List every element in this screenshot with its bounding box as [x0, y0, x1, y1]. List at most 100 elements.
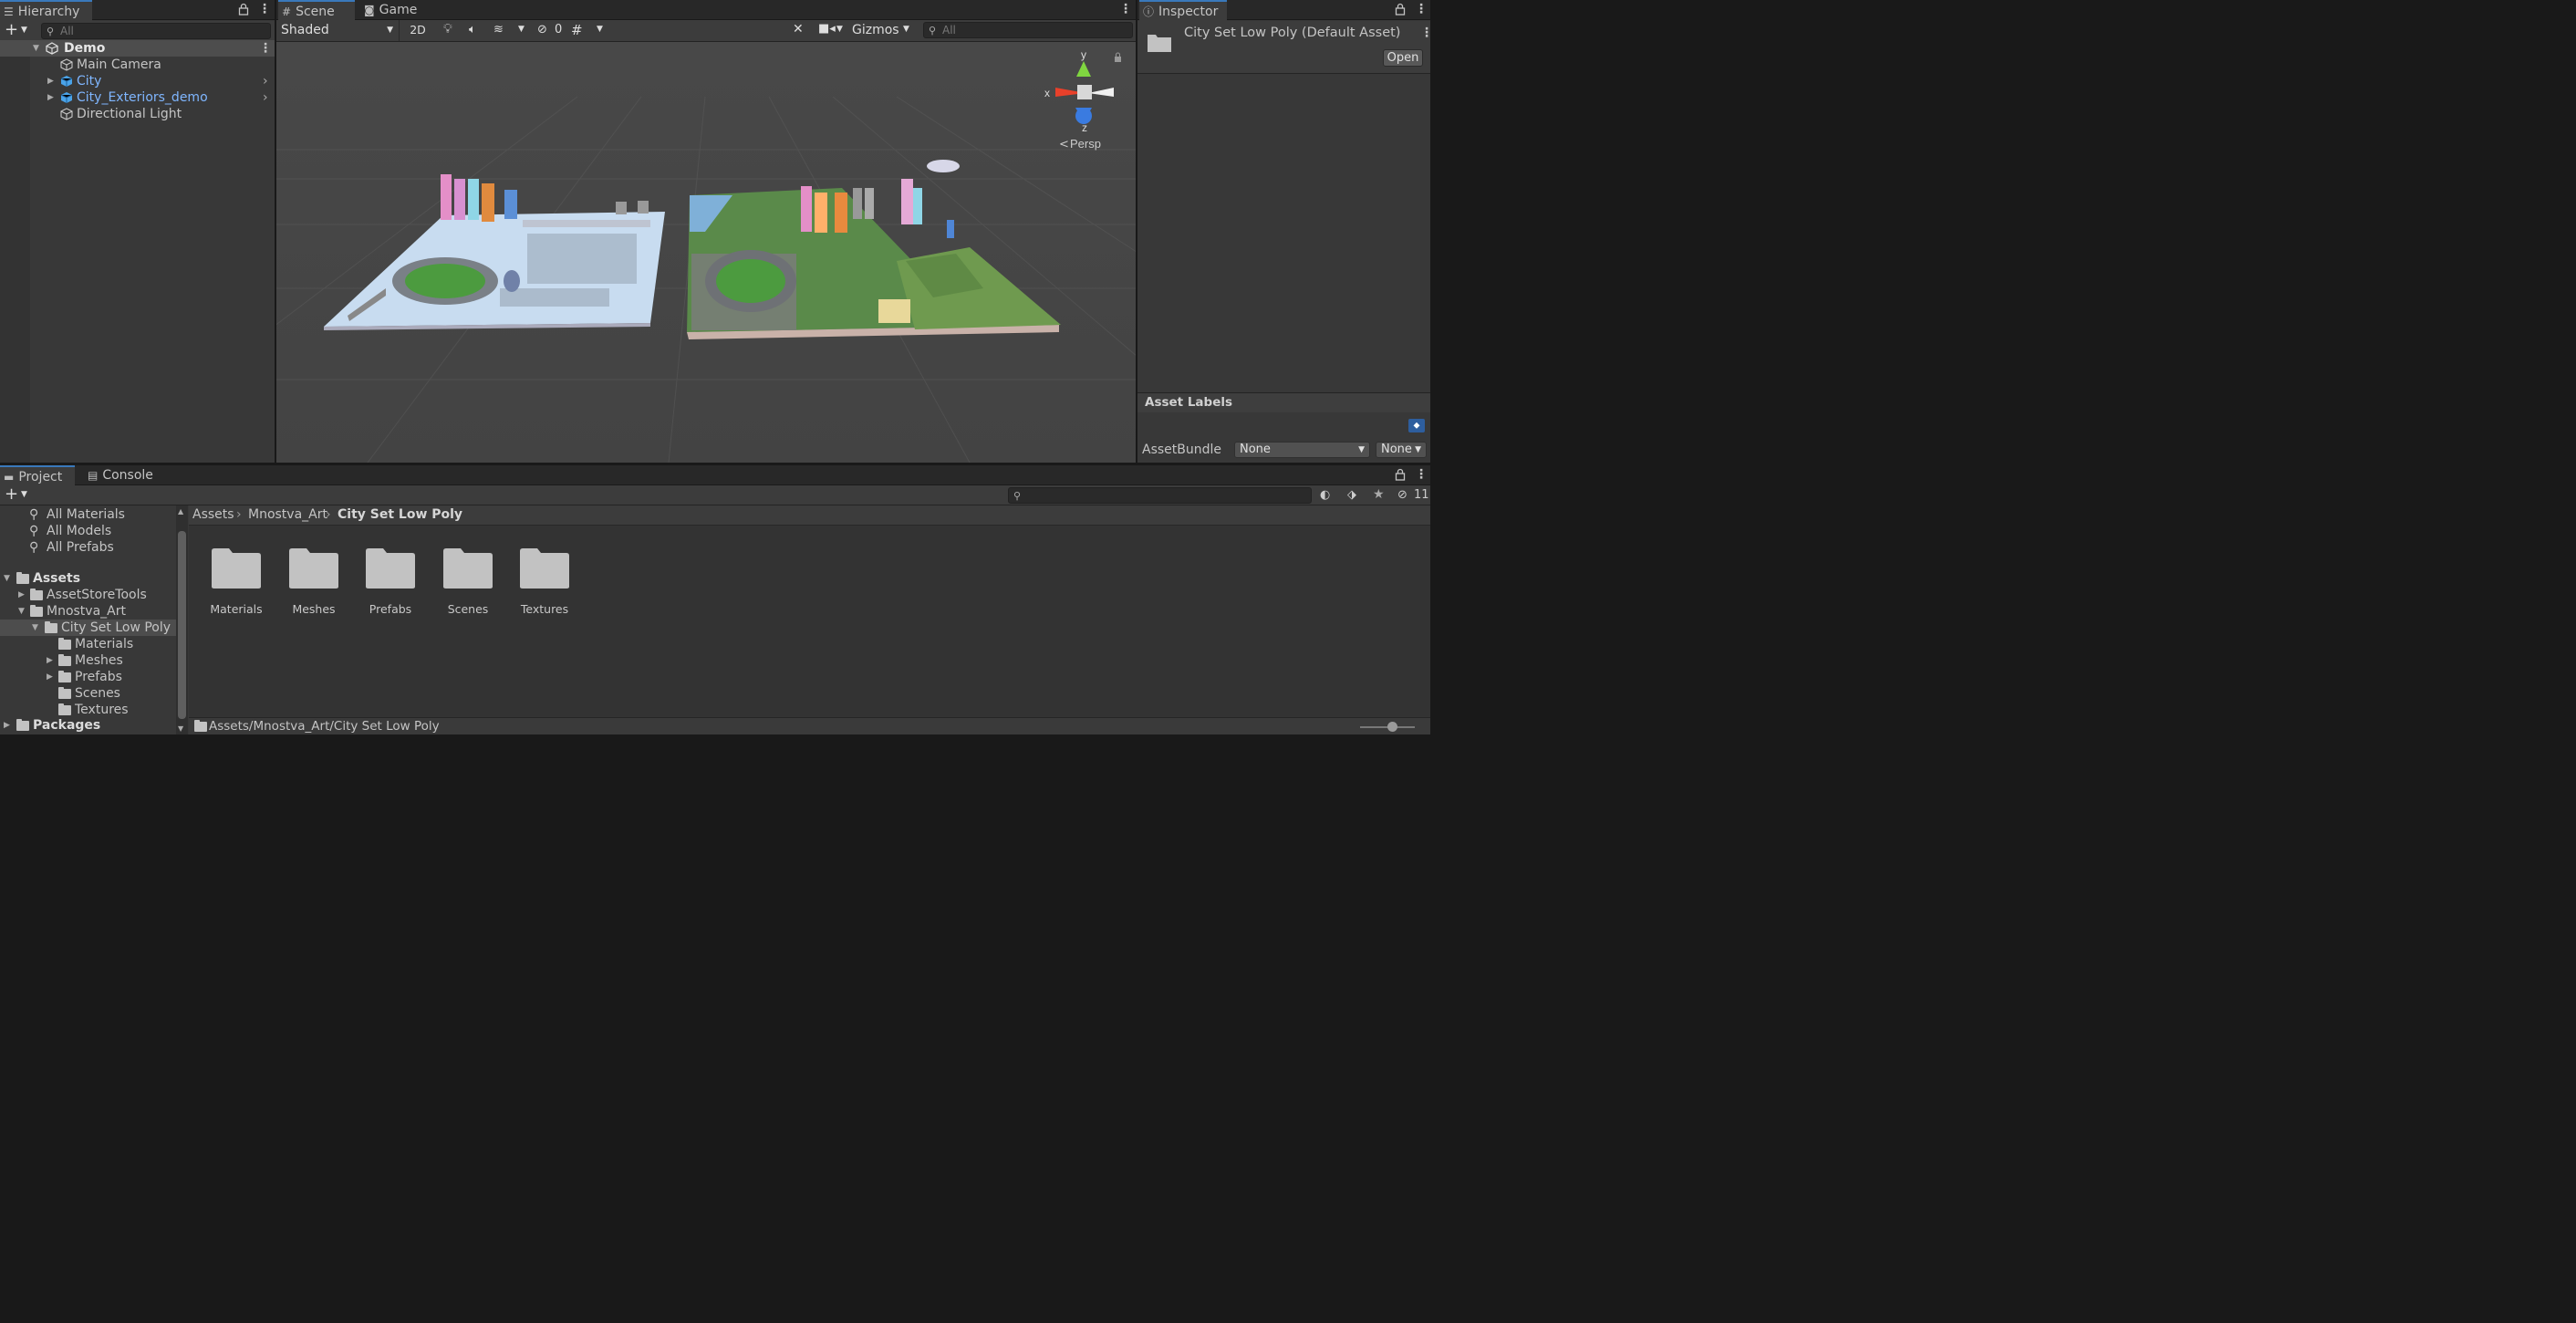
project-search-input[interactable]: ⚲	[1008, 487, 1312, 504]
audio-toggle-icon[interactable]: 🔈︎	[469, 23, 476, 36]
favorites-star-icon[interactable]: ★	[1373, 487, 1385, 502]
icon-size-slider[interactable]	[1360, 722, 1415, 732]
chevron-right-icon: ›	[326, 507, 331, 522]
asset-labels-title: Asset Labels	[1145, 395, 1233, 410]
expand-arrow-icon[interactable]: ▼	[33, 40, 39, 57]
chevron-down-icon[interactable]: ▼	[597, 25, 603, 34]
shading-mode-dropdown[interactable]: Shaded ▼	[276, 20, 400, 41]
projection-label[interactable]: Persp	[1070, 137, 1101, 151]
tree-item-meshes[interactable]: ▶ Meshes	[0, 652, 176, 669]
slider-handle[interactable]	[1387, 722, 1397, 732]
assetbundle-dropdown[interactable]: None ▼	[1234, 442, 1370, 458]
open-button[interactable]: Open	[1383, 49, 1423, 67]
kebab-menu-icon[interactable]: ⋮	[1119, 3, 1132, 16]
tree-item-mnostva-art[interactable]: ▼ Mnostva_Art	[0, 603, 176, 620]
expand-arrow-icon[interactable]: ▶	[47, 669, 53, 685]
expand-arrow-icon[interactable]: ▶	[47, 89, 54, 106]
chevron-down-icon[interactable]: ▼	[836, 25, 843, 34]
toggle-2d-button[interactable]: 2D	[405, 20, 431, 41]
tools-icon[interactable]: ✕	[793, 22, 804, 36]
effects-toggle-icon[interactable]: ≋	[493, 23, 504, 36]
assetbundle-variant-dropdown[interactable]: None ▼	[1376, 442, 1427, 458]
expand-arrow-icon[interactable]: ▶	[4, 717, 10, 734]
search-icon: ⚲	[29, 507, 39, 522]
add-icon[interactable]: +	[5, 485, 18, 504]
lighting-toggle-icon[interactable]: 💡︎	[443, 22, 452, 36]
chevron-right-icon[interactable]: ›	[263, 89, 268, 106]
tree-label: City Set Low Poly	[61, 620, 171, 635]
hierarchy-item-directional-light[interactable]: Directional Light	[0, 106, 275, 122]
scroll-down-icon[interactable]: ▼	[178, 724, 183, 733]
folder-icon	[212, 548, 261, 589]
tree-item-scenes[interactable]: Scenes	[0, 685, 176, 702]
kebab-menu-icon[interactable]: ⋮	[1420, 26, 1430, 39]
kebab-menu-icon[interactable]: ⋮	[1415, 3, 1428, 16]
gizmos-dropdown[interactable]: Gizmos	[852, 23, 899, 37]
folder-icon	[289, 548, 338, 589]
tab-game[interactable]: ◙ Game	[360, 0, 424, 20]
scrollbar-thumb[interactable]	[178, 531, 186, 719]
tree-item-textures[interactable]: Textures	[0, 702, 176, 718]
tree-scrollbar[interactable]: ▲ ▼	[176, 505, 188, 734]
tab-project[interactable]: ▬ Project	[0, 465, 75, 486]
tab-scene[interactable]: # Scene	[278, 0, 355, 21]
scene-viewport[interactable]: y x z Persp <	[276, 42, 1136, 463]
unity-scene-icon	[46, 42, 58, 55]
search-by-type-icon[interactable]: ◐	[1320, 488, 1330, 502]
lock-icon[interactable]	[1395, 468, 1406, 481]
tree-item-assetstoretools[interactable]: ▶ AssetStoreTools	[0, 587, 176, 603]
tree-item-prefabs[interactable]: ▶ Prefabs	[0, 669, 176, 685]
expand-arrow-icon[interactable]: ▶	[18, 587, 25, 603]
tree-item-packages[interactable]: ▶ Packages	[0, 717, 176, 734]
kebab-menu-icon[interactable]: ⋮	[1415, 468, 1428, 481]
favorite-all-models[interactable]: ⚲ All Models	[0, 523, 176, 539]
scene-visibility-icon[interactable]: ⊘	[537, 23, 547, 36]
tag-icon[interactable]: ⬥	[1408, 419, 1425, 432]
hidden-packages-icon[interactable]: ⊘	[1397, 488, 1407, 502]
tree-item-assets[interactable]: ▼ Assets	[0, 570, 176, 587]
expand-arrow-icon[interactable]: ▼	[18, 603, 25, 620]
hierarchy-item-city-exteriors[interactable]: ▶ City_Exteriors_demo ›	[0, 89, 275, 106]
breadcrumb-item[interactable]: Mnostva_Art	[248, 505, 327, 525]
folder-open-icon	[30, 605, 43, 617]
expand-arrow-icon[interactable]: ▼	[4, 570, 10, 587]
tree-item-materials[interactable]: Materials	[0, 636, 176, 652]
scene-tabbar: # Scene ◙ Game ⋮	[276, 0, 1136, 21]
camera-icon[interactable]: ■◂	[818, 22, 836, 36]
chevron-down-icon[interactable]: ▼	[21, 490, 27, 499]
item-label: Directional Light	[77, 107, 182, 121]
chevron-down-icon: ▼	[1415, 445, 1421, 454]
breadcrumb-item-current[interactable]: City Set Low Poly	[338, 505, 462, 525]
scene-kebab-icon[interactable]: ⋮	[259, 42, 272, 55]
tab-console[interactable]: ▤ Console	[84, 465, 157, 485]
scroll-up-icon[interactable]: ▲	[178, 507, 183, 516]
chevron-right-icon[interactable]: ›	[263, 73, 268, 89]
hierarchy-item-main-camera[interactable]: Main Camera	[0, 57, 275, 73]
kebab-menu-icon[interactable]: ⋮	[258, 3, 271, 16]
lock-icon[interactable]	[1395, 3, 1406, 16]
favorite-all-materials[interactable]: ⚲ All Materials	[0, 506, 176, 523]
scene-root-row[interactable]: ▼ Demo ⋮	[0, 40, 275, 57]
tree-item-city-set-low-poly[interactable]: ▼ City Set Low Poly	[0, 620, 176, 636]
expand-arrow-icon[interactable]: ▼	[32, 620, 38, 636]
grid-toggle-icon[interactable]: #	[571, 22, 583, 38]
favorite-all-prefabs[interactable]: ⚲ All Prefabs	[0, 539, 176, 556]
hierarchy-search-input[interactable]: ⚲ All	[41, 23, 271, 39]
expand-arrow-icon[interactable]: ▶	[47, 73, 54, 89]
tree-label: Mnostva_Art	[47, 604, 126, 619]
breadcrumb-item[interactable]: Assets	[192, 505, 234, 525]
chevron-down-icon[interactable]: ▼	[903, 25, 909, 34]
chevron-down-icon[interactable]: ▼	[518, 25, 525, 34]
search-by-label-icon[interactable]: ⬗	[1347, 488, 1356, 502]
chevron-down-icon: ▼	[1358, 445, 1365, 454]
tab-inspector[interactable]: ⓘ Inspector	[1139, 0, 1227, 21]
expand-arrow-icon[interactable]: ▶	[47, 652, 53, 669]
search-icon: ⚲	[47, 26, 55, 37]
tab-hierarchy[interactable]: ☰ Hierarchy	[0, 0, 92, 21]
scene-search-input[interactable]: ⚲ All	[923, 22, 1133, 38]
add-icon[interactable]: +	[5, 21, 18, 39]
chevron-down-icon[interactable]: ▼	[21, 26, 27, 35]
search-icon: ⚲	[29, 540, 39, 555]
hierarchy-item-city[interactable]: ▶ City ›	[0, 73, 275, 89]
lock-icon[interactable]	[238, 3, 249, 16]
